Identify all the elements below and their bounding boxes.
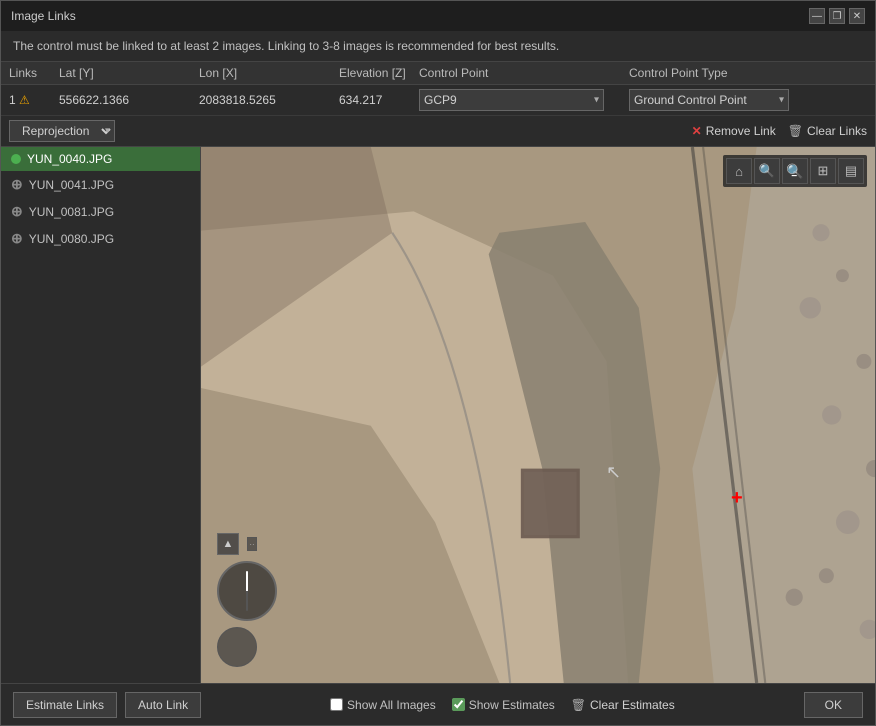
show-estimates-label[interactable]: Show Estimates [452, 698, 555, 712]
cpt-select-wrapper: Ground Control Point [629, 89, 789, 111]
clear-estimates-button[interactable]: 🗑 Clear Estimates [571, 698, 675, 712]
cell-lat: 556622.1366 [59, 93, 199, 107]
remove-link-label: Remove Link [706, 124, 776, 138]
bottom-right: OK [804, 692, 863, 718]
dialog-title: Image Links [11, 9, 76, 23]
scale-indicator [217, 627, 257, 667]
map-svg [201, 147, 875, 683]
layer-tool-button[interactable]: ▤ [838, 158, 864, 184]
nav-overlay: ▲ ·· [217, 533, 277, 667]
clear-links-button[interactable]: 🗑 Clear Links [788, 124, 867, 138]
image-name-0: YUN_0040.JPG [27, 152, 112, 166]
ok-button[interactable]: OK [804, 692, 863, 718]
info-bar: The control must be linked to at least 2… [1, 31, 875, 62]
show-estimates-checkbox[interactable] [452, 698, 465, 711]
show-all-images-label[interactable]: Show All Images [330, 698, 436, 712]
zoom-out-tool-button[interactable]: 🔍− [782, 158, 808, 184]
header-control-point: Control Point [419, 66, 629, 80]
remove-link-x-icon: ✕ [692, 124, 702, 138]
cell-control-point: GCP9 [419, 89, 629, 111]
link-number: 1 [9, 93, 16, 107]
mini-map-dots: ·· [247, 537, 257, 551]
estimate-links-button[interactable]: Estimate Links [13, 692, 117, 718]
list-item[interactable]: ⊕ YUN_0080.JPG [1, 225, 200, 252]
bottom-bar: Estimate Links Auto Link Show All Images… [1, 683, 875, 725]
remove-link-button[interactable]: ✕ Remove Link [692, 124, 776, 138]
table-row: 1 ⚠ 556622.1366 2083818.5265 634.217 GCP… [1, 85, 875, 116]
bottom-mid: Show All Images Show Estimates 🗑 Clear E… [330, 698, 675, 712]
home-tool-button[interactable]: ⌂ [726, 158, 752, 184]
bottom-left: Estimate Links Auto Link [13, 692, 201, 718]
info-message: The control must be linked to at least 2… [13, 39, 559, 53]
zoom-in-icon: 🔍 [759, 163, 775, 179]
header-control-point-type: Control Point Type [629, 66, 867, 80]
minimize-button[interactable]: — [809, 8, 825, 24]
clear-estimates-label: Clear Estimates [590, 698, 675, 712]
auto-link-button[interactable]: Auto Link [125, 692, 201, 718]
show-estimates-text: Show Estimates [469, 698, 555, 712]
list-item[interactable]: YUN_0040.JPG [1, 147, 200, 171]
cell-control-point-type: Ground Control Point [629, 89, 867, 111]
cell-elevation: 634.217 [339, 93, 419, 107]
warning-icon: ⚠ [19, 93, 30, 107]
adjust-icon: ⊞ [818, 163, 829, 179]
reprojection-select[interactable]: Reprojection [9, 120, 115, 142]
home-icon: ⌂ [735, 164, 743, 179]
active-dot-icon [11, 154, 21, 164]
crosshair-icon: ⊕ [11, 176, 23, 193]
nav-arrows: ▲ ·· [217, 533, 257, 555]
image-links-dialog: Image Links — ❐ ✕ The control must be li… [0, 0, 876, 726]
cp-select-wrapper: GCP9 [419, 89, 604, 111]
list-item[interactable]: ⊕ YUN_0081.JPG [1, 198, 200, 225]
toolbar-right: ✕ Remove Link 🗑 Clear Links [692, 124, 867, 138]
show-all-images-checkbox[interactable] [330, 698, 343, 711]
image-list-panel: YUN_0040.JPG ⊕ YUN_0041.JPG ⊕ YUN_0081.J… [1, 147, 201, 683]
header-elevation: Elevation [Z] [339, 66, 419, 80]
clear-links-trash-icon: 🗑 [788, 124, 803, 138]
compass [217, 561, 277, 621]
image-name-3: YUN_0080.JPG [29, 232, 114, 246]
cell-link-num: 1 ⚠ [9, 93, 59, 107]
main-content: YUN_0040.JPG ⊕ YUN_0041.JPG ⊕ YUN_0081.J… [1, 147, 875, 683]
show-all-images-text: Show All Images [347, 698, 436, 712]
list-item[interactable]: ⊕ YUN_0041.JPG [1, 171, 200, 198]
table-header: Links Lat [Y] Lon [X] Elevation [Z] Cont… [1, 62, 875, 85]
control-point-select[interactable]: GCP9 [419, 89, 604, 111]
close-button[interactable]: ✕ [849, 8, 865, 24]
header-lon: Lon [X] [199, 66, 339, 80]
map-canvas[interactable]: ⌂ 🔍 🔍− ⊞ ▤ ↖ [201, 147, 875, 683]
restore-button[interactable]: ❐ [829, 8, 845, 24]
zoom-out-icon: 🔍− [786, 163, 803, 180]
title-bar: Image Links — ❐ ✕ [1, 1, 875, 31]
adjust-tool-button[interactable]: ⊞ [810, 158, 836, 184]
clear-estimates-trash-icon: 🗑 [571, 698, 586, 712]
clear-links-label: Clear Links [807, 124, 867, 138]
zoom-in-tool-button[interactable]: 🔍 [754, 158, 780, 184]
toolbar-row: Reprojection ✕ Remove Link 🗑 Clear Links [1, 116, 875, 147]
header-links: Links [9, 66, 59, 80]
cell-lon: 2083818.5265 [199, 93, 339, 107]
pan-up-button[interactable]: ▲ [217, 533, 239, 555]
compass-needle [246, 571, 248, 611]
map-panel[interactable]: ⌂ 🔍 🔍− ⊞ ▤ ↖ [201, 147, 875, 683]
crosshair-icon: ⊕ [11, 230, 23, 247]
map-toolbar: ⌂ 🔍 🔍− ⊞ ▤ [723, 155, 867, 187]
crosshair-icon: ⊕ [11, 203, 23, 220]
image-name-1: YUN_0041.JPG [29, 178, 114, 192]
layer-icon: ▤ [845, 163, 857, 179]
reprojection-wrapper: Reprojection [9, 120, 115, 142]
header-lat: Lat [Y] [59, 66, 199, 80]
control-point-type-select[interactable]: Ground Control Point [629, 89, 789, 111]
toolbar-left: Reprojection [9, 120, 115, 142]
image-name-2: YUN_0081.JPG [29, 205, 114, 219]
title-bar-controls: — ❐ ✕ [809, 8, 865, 24]
